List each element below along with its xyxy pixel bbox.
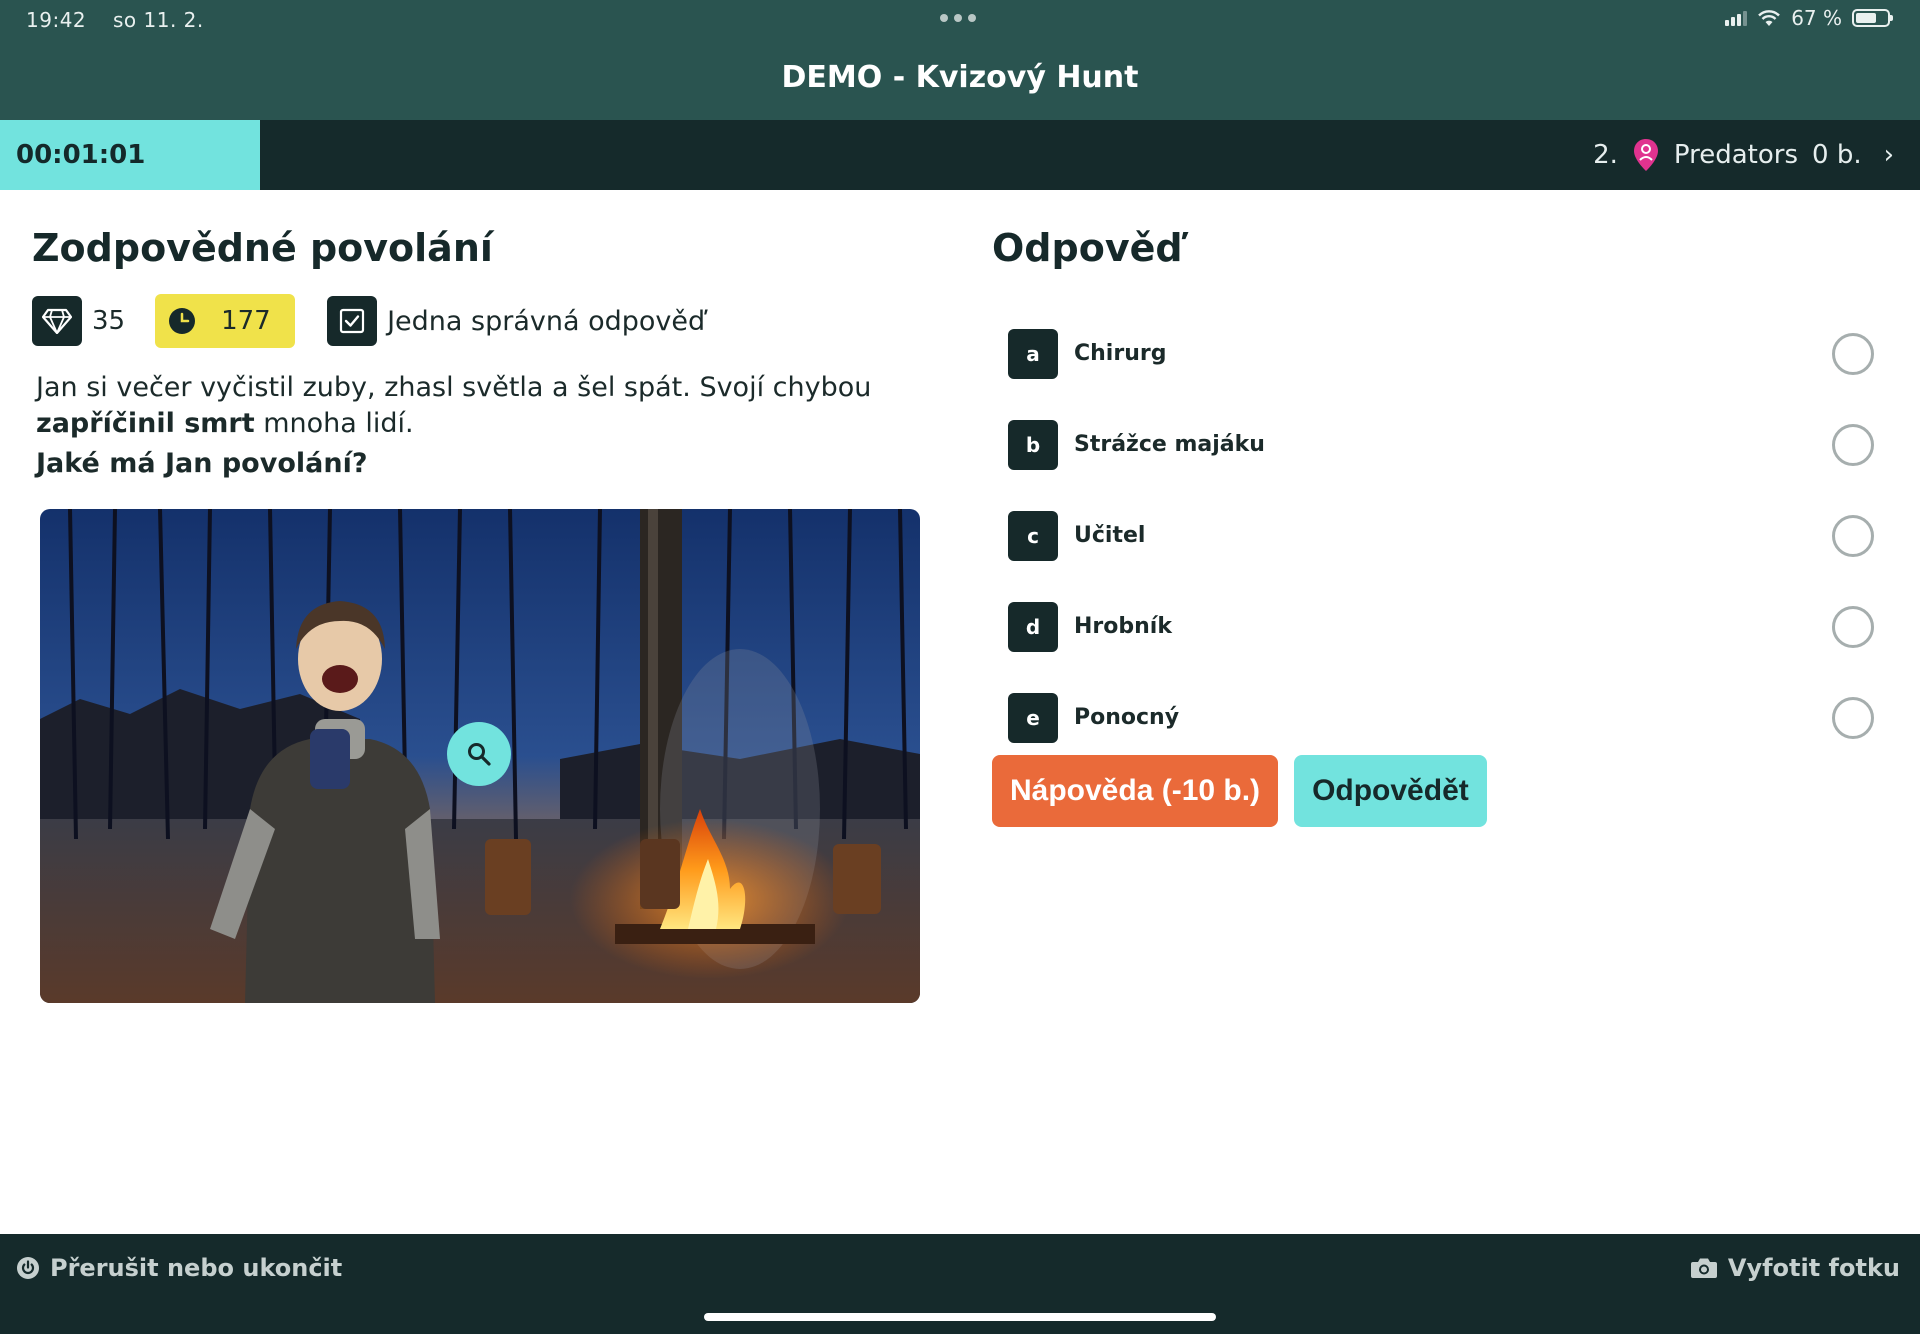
question-text-bold: zapříčinil smrt — [36, 408, 255, 439]
battery-percent: 67 % — [1791, 6, 1842, 30]
quit-button[interactable]: Přerušit nebo ukončit — [16, 1254, 342, 1282]
timer-bar: 00:01:01 2. Predators 0 b. › — [0, 120, 1920, 190]
answer-label: Strážce majáku — [1074, 432, 1265, 457]
battery-icon — [1852, 9, 1893, 27]
date: so 11. 2. — [113, 8, 204, 32]
answer-list: a Chirurg b Strážce majáku c Učitel d Hr… — [1008, 308, 1874, 763]
multitasking-dots-icon[interactable] — [940, 14, 976, 22]
cellular-signal-icon — [1725, 10, 1748, 26]
team-score: 0 b. — [1812, 140, 1862, 170]
diamond-icon — [32, 296, 82, 346]
question-title: Zodpovědné povolání — [32, 226, 493, 270]
answer-option-d[interactable]: d Hrobník — [1008, 581, 1874, 672]
question-text: Jan si večer vyčistil zuby, zhasl světla… — [36, 370, 896, 482]
quit-label: Přerušit nebo ukončit — [50, 1254, 343, 1282]
team-name: Predators — [1673, 140, 1799, 170]
team-rank: 2. — [1593, 140, 1618, 170]
action-buttons: Nápověda (-10 b.) Odpovědět — [992, 755, 1487, 827]
answer-label: Ponocný — [1074, 705, 1180, 730]
time-limit-badge: 177 — [155, 294, 296, 348]
camera-icon — [1690, 1258, 1717, 1278]
take-photo-button[interactable]: Vyfotit fotku — [1690, 1254, 1900, 1282]
answer-option-b[interactable]: b Strážce majáku — [1008, 399, 1874, 490]
location-pin-icon — [1633, 139, 1658, 171]
answers-title: Odpověď — [992, 226, 1183, 270]
clock-icon — [169, 308, 196, 334]
question-ask: Jaké má Jan povolání? — [36, 448, 368, 479]
answer-label: Učitel — [1074, 523, 1146, 548]
chevron-right-icon[interactable]: › — [1884, 140, 1894, 170]
power-icon — [17, 1257, 39, 1279]
search-icon — [468, 743, 491, 766]
status-bar-right: 67 % — [1725, 6, 1893, 30]
answer-letter: d — [1008, 601, 1058, 652]
question-text-part1: Jan si večer vyčistil zuby, zhasl světla… — [36, 372, 872, 403]
zoom-image-button[interactable] — [447, 722, 511, 786]
question-points: 35 — [92, 306, 126, 336]
answer-option-c[interactable]: c Učitel — [1008, 490, 1874, 581]
answer-letter: e — [1008, 692, 1058, 743]
team-info[interactable]: 2. Predators 0 b. › — [1593, 120, 1894, 190]
answer-radio[interactable] — [1832, 696, 1874, 739]
top-bar: 19:42 so 11. 2. 67 % DEMO - Kvizový Hunt — [0, 0, 1920, 120]
app-title: DEMO - Kvizový Hunt — [781, 60, 1139, 95]
answer-label: Chirurg — [1074, 341, 1167, 366]
answer-radio[interactable] — [1832, 332, 1874, 375]
submit-answer-button[interactable]: Odpovědět — [1294, 755, 1487, 827]
answer-letter: b — [1008, 419, 1058, 470]
hint-button[interactable]: Nápověda (-10 b.) — [992, 755, 1279, 827]
answer-label: Hrobník — [1074, 614, 1172, 639]
question-meta: 35 177 Jedna správná odpověď — [32, 294, 705, 348]
answer-radio[interactable] — [1832, 423, 1874, 466]
home-indicator[interactable] — [704, 1313, 1216, 1321]
wifi-icon — [1758, 10, 1781, 26]
answer-radio[interactable] — [1832, 514, 1874, 557]
question-image[interactable] — [40, 509, 920, 1003]
answer-option-a[interactable]: a Chirurg — [1008, 308, 1874, 399]
answer-letter: c — [1008, 510, 1058, 561]
answer-radio[interactable] — [1832, 605, 1874, 648]
answer-letter: a — [1008, 328, 1058, 379]
checkbox-checked-icon — [327, 296, 378, 346]
answer-option-e[interactable]: e Ponocný — [1008, 672, 1874, 763]
question-text-part2: mnoha lidí. — [254, 408, 414, 439]
elapsed-timer: 00:01:01 — [0, 120, 260, 190]
status-bar-left: 19:42 so 11. 2. — [26, 8, 224, 32]
take-photo-label: Vyfotit fotku — [1727, 1254, 1900, 1282]
time-limit-value: 177 — [221, 306, 271, 336]
clock: 19:42 — [26, 8, 87, 32]
question-type: Jedna správná odpověď — [387, 305, 706, 337]
